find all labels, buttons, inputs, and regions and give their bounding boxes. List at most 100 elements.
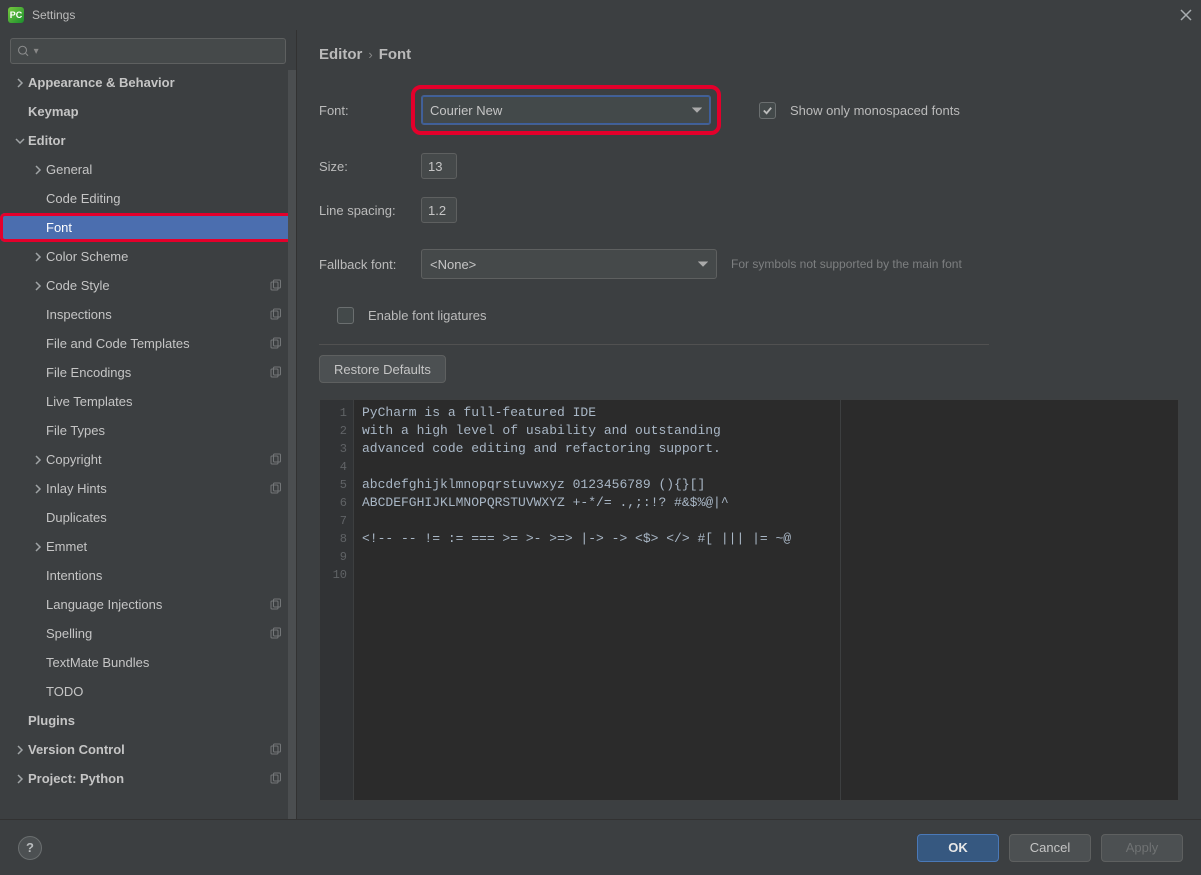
settings-tree[interactable]: Appearance & Behavior Keymap Editor General…	[0, 68, 296, 819]
tree-node-label: File Encodings	[46, 365, 268, 380]
font-dropdown[interactable]: Courier New	[421, 95, 711, 125]
tree-node-label: Color Scheme	[46, 249, 296, 264]
tree-node-label: Project: Python	[28, 771, 268, 786]
breadcrumb: Editor › Font	[319, 46, 1179, 63]
copy-icon	[268, 743, 282, 757]
tree-node-keymap[interactable]: Keymap	[0, 97, 296, 126]
window-title: Settings	[32, 8, 75, 22]
tree-node-font[interactable]: Font	[0, 213, 294, 242]
chevron-right-icon	[30, 452, 46, 468]
tree-node-code-editing[interactable]: Code Editing	[0, 184, 296, 213]
tree-node-label: Appearance & Behavior	[28, 75, 296, 90]
tree-node-label: Spelling	[46, 626, 268, 641]
search-icon	[17, 44, 30, 58]
tree-node-label: Version Control	[28, 742, 268, 757]
chevron-right-icon	[30, 481, 46, 497]
help-icon: ?	[26, 840, 34, 855]
highlight-font-dropdown: Courier New	[411, 85, 721, 135]
chevron-right-icon	[12, 771, 28, 787]
tree-node-spelling[interactable]: Spelling	[0, 619, 296, 648]
fallback-label: Fallback font:	[319, 257, 407, 272]
preview-gutter: 12345678910	[320, 400, 354, 800]
tree-node-appearance-behavior[interactable]: Appearance & Behavior	[0, 68, 296, 97]
apply-button[interactable]: Apply	[1101, 834, 1183, 862]
app-icon: PC	[8, 7, 24, 23]
spacing-input[interactable]: 1.2	[421, 197, 457, 223]
tree-node-label: Inlay Hints	[46, 481, 268, 496]
tree-node-plugins[interactable]: Plugins	[0, 706, 296, 735]
chevron-right-icon	[12, 742, 28, 758]
spacing-label: Line spacing:	[319, 203, 407, 218]
tree-node-file-types[interactable]: File Types	[0, 416, 296, 445]
chevron-down-icon	[692, 103, 702, 118]
help-button[interactable]: ?	[18, 836, 42, 860]
mono-checkbox-label[interactable]: Show only monospaced fonts	[790, 103, 960, 118]
tree-node-copyright[interactable]: Copyright	[0, 445, 296, 474]
tree-node-project-python[interactable]: Project: Python	[0, 764, 296, 793]
ok-button[interactable]: OK	[917, 834, 999, 862]
font-label: Font:	[319, 103, 407, 118]
tree-node-color-scheme[interactable]: Color Scheme	[0, 242, 296, 271]
fallback-dropdown-value: <None>	[430, 257, 476, 272]
close-icon[interactable]	[1179, 8, 1193, 22]
copy-icon	[268, 598, 282, 612]
tree-node-intentions[interactable]: Intentions	[0, 561, 296, 590]
tree-node-code-style[interactable]: Code Style	[0, 271, 296, 300]
tree-node-label: Language Injections	[46, 597, 268, 612]
tree-node-textmate-bundles[interactable]: TextMate Bundles	[0, 648, 296, 677]
font-dropdown-value: Courier New	[430, 103, 502, 118]
sidebar: ▾ Appearance & Behavior Keymap Editor Gener…	[0, 30, 297, 819]
titlebar: PC Settings	[0, 0, 1201, 30]
preview-right-pane	[840, 400, 1178, 800]
copy-icon	[268, 772, 282, 786]
breadcrumb-current: Font	[379, 46, 411, 63]
copy-icon	[268, 308, 282, 322]
chevron-right-icon	[30, 249, 46, 265]
cancel-button[interactable]: Cancel	[1009, 834, 1091, 862]
preview-code: PyCharm is a full-featured IDE with a hi…	[354, 400, 840, 800]
main-panel: Editor › Font Font: Courier New Show onl…	[297, 30, 1201, 819]
tree-node-label: Font	[46, 220, 294, 235]
tree-node-label: Intentions	[46, 568, 296, 583]
fallback-dropdown[interactable]: <None>	[421, 249, 717, 279]
mono-checkbox[interactable]	[759, 102, 776, 119]
tree-node-inspections[interactable]: Inspections	[0, 300, 296, 329]
chevron-right-icon	[12, 75, 28, 91]
tree-node-emmet[interactable]: Emmet	[0, 532, 296, 561]
tree-node-editor[interactable]: Editor	[0, 126, 296, 155]
breadcrumb-parent[interactable]: Editor	[319, 46, 362, 63]
tree-node-label: Code Editing	[46, 191, 296, 206]
tree-node-label: Copyright	[46, 452, 268, 467]
tree-node-label: General	[46, 162, 296, 177]
tree-node-live-templates[interactable]: Live Templates	[0, 387, 296, 416]
tree-node-inlay-hints[interactable]: Inlay Hints	[0, 474, 296, 503]
tree-node-todo[interactable]: TODO	[0, 677, 296, 706]
copy-icon	[268, 279, 282, 293]
tree-node-duplicates[interactable]: Duplicates	[0, 503, 296, 532]
ligatures-checkbox[interactable]	[337, 307, 354, 324]
size-input[interactable]: 13	[421, 153, 457, 179]
tree-node-general[interactable]: General	[0, 155, 296, 184]
tree-node-file-and-code-templates[interactable]: File and Code Templates	[0, 329, 296, 358]
scrollbar[interactable]	[288, 70, 296, 819]
chevron-right-icon: ›	[368, 47, 372, 62]
tree-node-label: Duplicates	[46, 510, 296, 525]
tree-node-label: TextMate Bundles	[46, 655, 296, 670]
copy-icon	[268, 482, 282, 496]
chevron-right-icon	[30, 278, 46, 294]
dropdown-chevron-icon: ▾	[34, 46, 39, 57]
restore-defaults-button[interactable]: Restore Defaults	[319, 355, 446, 383]
dialog-footer: ? OK Cancel Apply	[0, 819, 1201, 875]
copy-icon	[268, 366, 282, 380]
tree-node-label: Keymap	[28, 104, 296, 119]
search-input[interactable]: ▾	[10, 38, 286, 64]
tree-node-file-encodings[interactable]: File Encodings	[0, 358, 296, 387]
fallback-hint: For symbols not supported by the main fo…	[731, 257, 962, 271]
tree-node-label: Plugins	[28, 713, 296, 728]
tree-node-language-injections[interactable]: Language Injections	[0, 590, 296, 619]
font-preview: 12345678910 PyCharm is a full-featured I…	[319, 399, 1179, 801]
tree-node-version-control[interactable]: Version Control	[0, 735, 296, 764]
chevron-down-icon	[12, 133, 28, 149]
ligatures-checkbox-label[interactable]: Enable font ligatures	[368, 308, 487, 323]
copy-icon	[268, 453, 282, 467]
